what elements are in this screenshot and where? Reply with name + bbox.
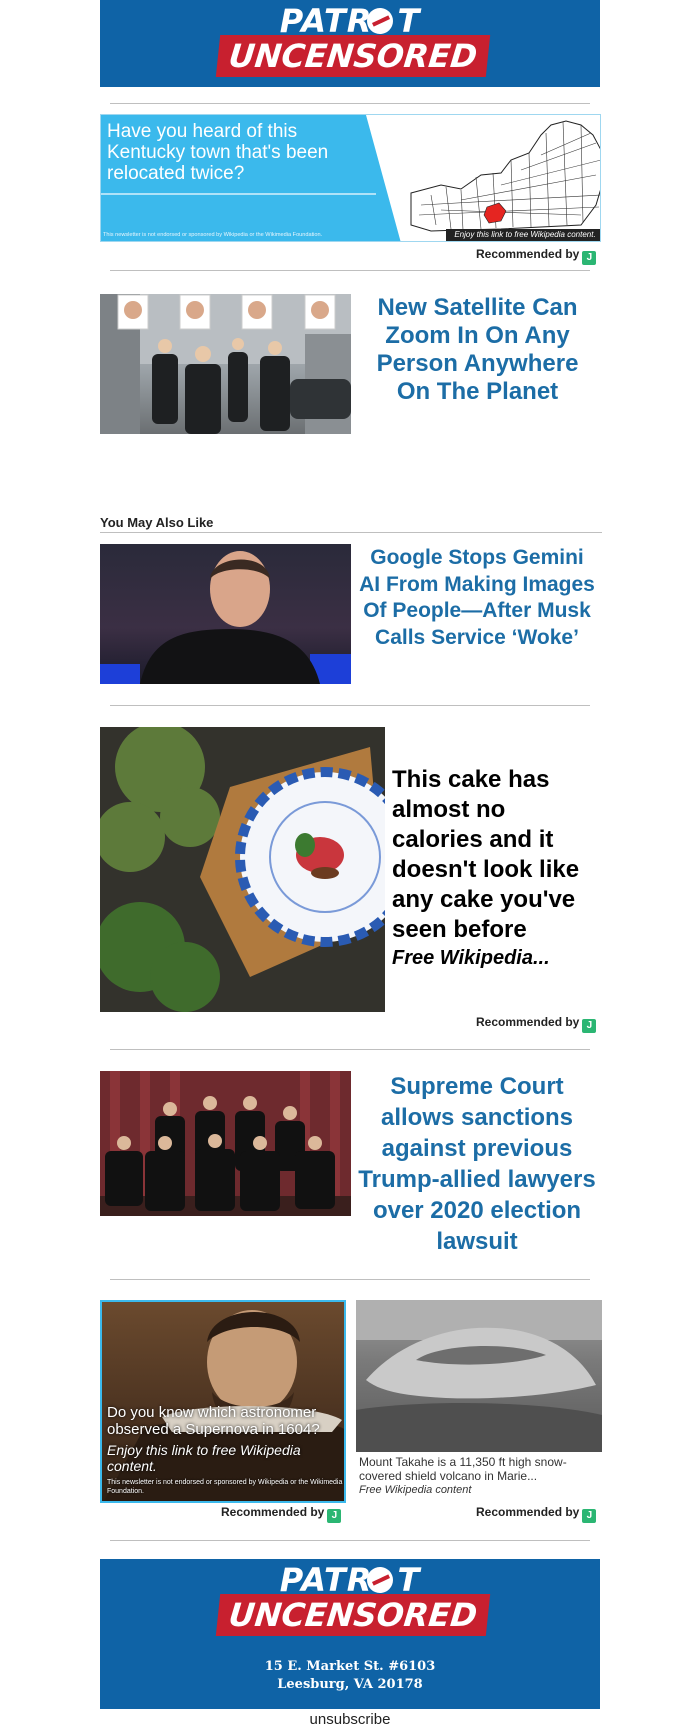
ad-takahe-source: Free Wikipedia content xyxy=(359,1484,472,1496)
article-satellite-image[interactable] xyxy=(100,294,351,434)
business-people-photo-icon xyxy=(100,294,351,434)
zergnet-j-icon: J xyxy=(582,251,597,265)
logo-wordmark-top: PATRI T xyxy=(279,2,421,40)
divider xyxy=(110,1049,590,1050)
ad-kentucky-map-caption: Enjoy this link to free Wikipedia conten… xyxy=(454,230,596,239)
article-court-title[interactable]: Supreme Court allows sanctions against p… xyxy=(358,1071,596,1257)
cake-plate-photo-icon xyxy=(100,727,385,1012)
recommended-by-badge[interactable]: Recommended by J xyxy=(221,1505,342,1523)
ad-cake-headline[interactable]: This cake has almost no calories and it … xyxy=(392,765,602,945)
ad-kentucky[interactable]: Have you heard of this Kentucky town tha… xyxy=(100,114,601,242)
divider xyxy=(110,705,590,706)
footer-address-line2: Leesburg, VA 20178 xyxy=(277,1677,423,1692)
section-heading: You May Also Like xyxy=(100,515,214,530)
zergnet-j-icon: J xyxy=(582,1509,597,1523)
flag-ball-icon xyxy=(367,1567,393,1593)
recommended-by-badge[interactable]: Recommended by J xyxy=(476,1015,597,1033)
ad-astronomer[interactable]: Do you know which astronomer observed a … xyxy=(100,1300,346,1503)
volcano-aerial-photo-icon xyxy=(356,1300,602,1452)
supreme-court-justices-photo-icon xyxy=(100,1071,351,1216)
elon-musk-photo-icon xyxy=(100,551,351,684)
divider xyxy=(110,270,590,271)
ad-kentucky-headline: Have you heard of this Kentucky town tha… xyxy=(107,121,329,184)
ad-takahe-description[interactable]: Mount Takahe is a 11,350 ft high snow-co… xyxy=(359,1455,599,1483)
recommended-by-badge[interactable]: Recommended by J xyxy=(476,1505,597,1523)
flag-ball-icon xyxy=(367,8,393,34)
footer-address-line1: 15 E. Market St. #6103 xyxy=(264,1659,436,1674)
zergnet-j-icon: J xyxy=(327,1509,342,1523)
ad-astronomer-headline: Do you know which astronomer observed a … xyxy=(107,1404,320,1438)
logo-wordmark-top: PATRI T xyxy=(279,1561,421,1599)
ad-cake-image[interactable] xyxy=(100,727,385,1012)
recommended-by-badge[interactable]: Recommended by J xyxy=(476,247,597,265)
divider xyxy=(110,1540,590,1541)
footer-banner: PATRI T UNCENSORED 15 E. Market St. #610… xyxy=(100,1559,600,1709)
ad-cake-source: Free Wikipedia... xyxy=(392,947,550,969)
logo-wordmark-bottom: UNCENSORED xyxy=(215,1594,491,1636)
logo-wordmark-bottom: UNCENSORED xyxy=(215,35,491,77)
unsubscribe-link[interactable]: unsubscribe xyxy=(0,1711,700,1728)
article-court-image[interactable] xyxy=(100,1071,351,1216)
ad-astronomer-disclaimer: This newsletter is not endorsed or spons… xyxy=(107,1479,343,1495)
article-gemini-title[interactable]: Google Stops Gemini AI From Making Image… xyxy=(358,545,596,651)
ad-kentucky-disclaimer: This newsletter is not endorsed or spons… xyxy=(103,232,323,238)
header-banner[interactable]: PATRI T UNCENSORED xyxy=(100,0,600,87)
divider xyxy=(110,103,590,104)
ad-takahe-image[interactable] xyxy=(356,1300,602,1452)
article-satellite-title[interactable]: New Satellite Can Zoom In On Any Person … xyxy=(365,294,590,406)
divider xyxy=(110,1279,590,1280)
article-gemini-image[interactable] xyxy=(100,544,351,684)
divider xyxy=(100,532,602,533)
zergnet-j-icon: J xyxy=(582,1019,597,1033)
ad-astronomer-subline: Enjoy this link to free Wikipedia conten… xyxy=(107,1442,301,1474)
